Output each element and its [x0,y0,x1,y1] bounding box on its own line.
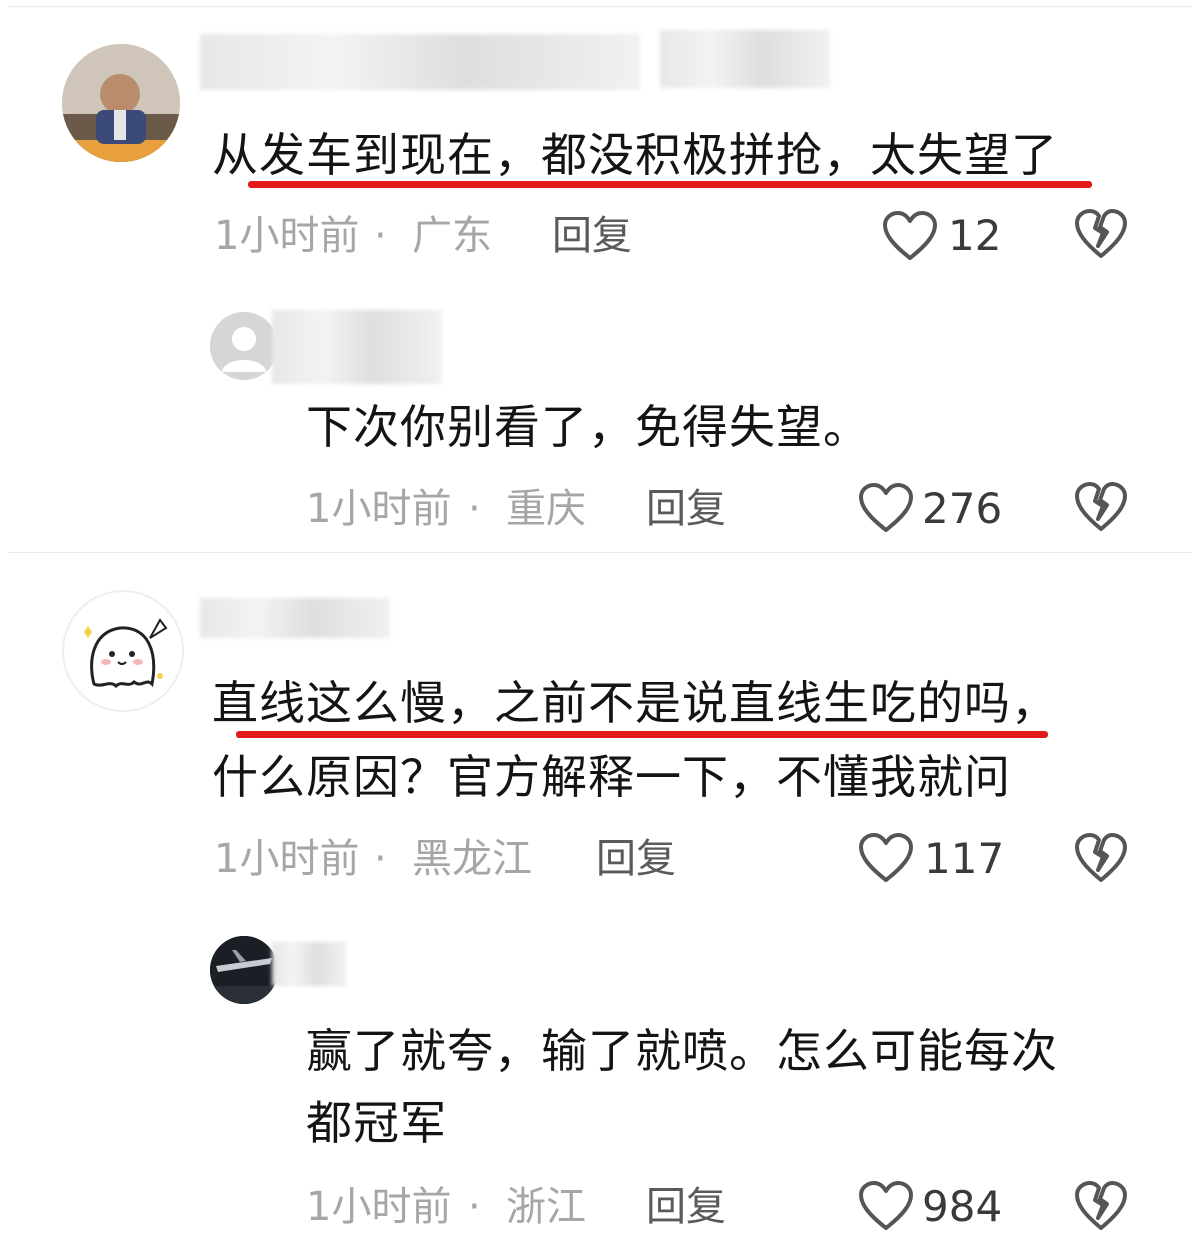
broken-heart-icon[interactable] [1074,481,1128,533]
comment-text: 什么原因？官方解释一下，不懂我就问 [212,750,1011,804]
ghost-icon [84,618,168,689]
comment-time: 1小时前 [214,213,360,259]
username-blurred [200,598,390,638]
avatar[interactable] [62,44,180,162]
comment-time: 1小时前 [306,486,452,532]
top-divider [8,6,1192,7]
reply-button[interactable]: 回复 [646,484,726,534]
like-count: 276 [922,484,1003,533]
heart-icon[interactable] [858,832,914,884]
meta-separator: · [374,213,387,259]
highlight-underline [248,181,1092,188]
meta-separator: · [468,486,481,532]
meta-separator: · [374,836,387,882]
comment-region: 黑龙江 [412,836,532,882]
reply-button[interactable]: 回复 [552,211,632,261]
like-count: 12 [948,211,1002,260]
heart-icon[interactable] [858,482,914,534]
like-count: 117 [924,834,1005,883]
broken-heart-icon[interactable] [1074,832,1128,884]
username-blurred [272,942,346,986]
avatar[interactable] [62,590,184,712]
comment-time: 1小时前 [306,1184,452,1230]
username-blurred [272,310,442,384]
comment-text: 赢了就夸，输了就喷。怎么可能每次 [306,1024,1058,1078]
comment-text: 下次你别看了，免得失望。 [306,400,870,454]
heart-icon[interactable] [858,1180,914,1232]
comment-text: 直线这么慢，之前不是说直线生吃的吗， [212,676,1058,730]
user-photo-icon [210,936,278,1004]
heart-icon[interactable] [882,210,938,262]
comment-time: 1小时前 [214,836,360,882]
username-blurred [660,30,830,88]
meta-separator: · [468,1184,481,1230]
broken-heart-icon[interactable] [1074,1180,1128,1232]
comment-text: 都冠军 [306,1096,447,1150]
reply-button[interactable]: 回复 [596,834,676,884]
username-blurred [200,34,640,90]
avatar[interactable] [210,936,278,1004]
default-user-icon [210,312,278,380]
avatar[interactable] [210,312,278,380]
comment-region: 重庆 [506,486,586,532]
comment-region: 广东 [412,213,492,259]
comment-region: 浙江 [506,1184,586,1230]
comment-divider [8,552,1192,553]
comment-text: 从发车到现在，都没积极拼抢，太失望了 [212,128,1058,182]
user-photo-icon [62,44,180,162]
reply-button[interactable]: 回复 [646,1182,726,1232]
highlight-underline [236,731,1048,738]
like-count: 984 [922,1182,1003,1231]
broken-heart-icon[interactable] [1074,208,1128,260]
